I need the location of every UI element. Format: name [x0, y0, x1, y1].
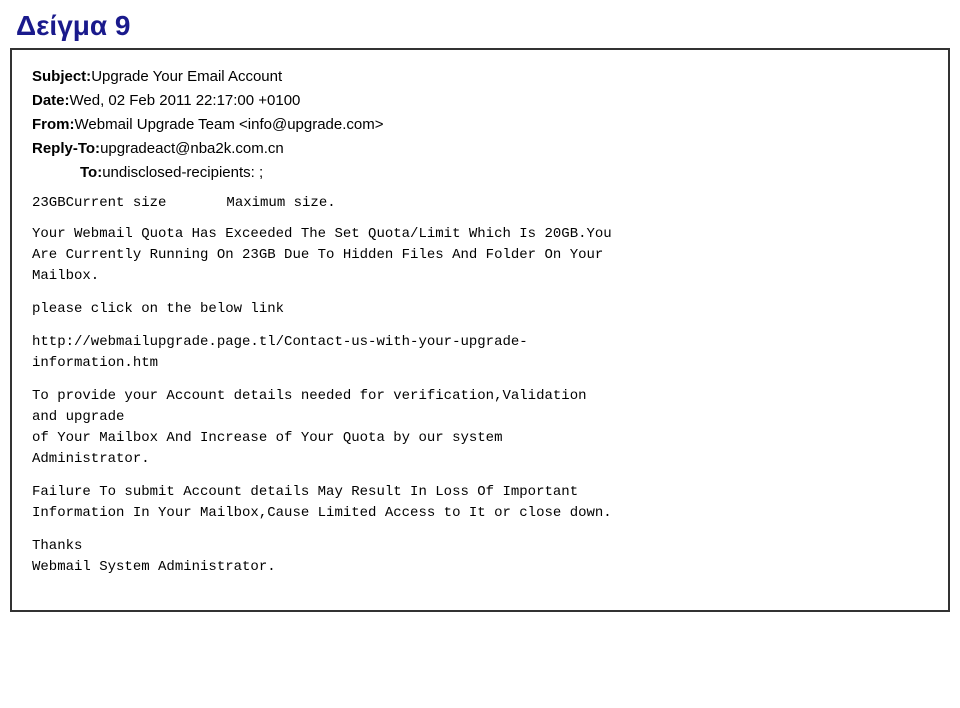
click-link-paragraph: please click on the below link	[32, 299, 928, 320]
replyto-line: Reply-To:upgradeact@nba2k.com.cn	[32, 138, 928, 159]
date-value: Wed, 02 Feb 2011 22:17:00 +0100	[70, 92, 301, 109]
body-para3-line2: Information In Your Mailbox,Cause Limite…	[32, 505, 612, 521]
link-line2: information.htm	[32, 355, 158, 371]
page-title: Δείγμα 9	[0, 0, 960, 48]
body-para2-line1: To provide your Account details needed f…	[32, 388, 587, 404]
subject-label: Subject:	[32, 68, 91, 85]
body-line3: Mailbox.	[32, 268, 99, 284]
link-paragraph: http://webmailupgrade.page.tl/Contact-us…	[32, 332, 928, 374]
click-text: please click on the below link	[32, 301, 284, 317]
footer-line1: Thanks	[32, 538, 82, 554]
to-line: To:undisclosed-recipients: ;	[32, 162, 928, 183]
subject-value: Upgrade Your Email Account	[91, 68, 282, 85]
body-paragraph-1: Your Webmail Quota Has Exceeded The Set …	[32, 224, 928, 287]
replyto-label: Reply-To:	[32, 140, 100, 157]
body-para3-line1: Failure To submit Account details May Re…	[32, 484, 578, 500]
email-header: Subject:Upgrade Your Email Account Date:…	[32, 66, 928, 183]
to-label: To:	[80, 164, 102, 181]
body-para2-line3: of Your Mailbox And Increase of Your Quo…	[32, 430, 502, 446]
body-para2-line2: and upgrade	[32, 409, 124, 425]
replyto-value: upgradeact@nba2k.com.cn	[100, 140, 284, 157]
date-label: Date:	[32, 92, 70, 109]
footer-paragraph: Thanks Webmail System Administrator.	[32, 536, 928, 578]
size-max: Maximum size.	[226, 193, 335, 214]
email-container: Subject:Upgrade Your Email Account Date:…	[10, 48, 950, 612]
size-current: 23GBCurrent size	[32, 193, 166, 214]
footer-line2: Webmail System Administrator.	[32, 559, 276, 575]
size-line: 23GBCurrent size Maximum size.	[32, 193, 928, 214]
date-line: Date:Wed, 02 Feb 2011 22:17:00 +0100	[32, 90, 928, 111]
body-line2: Are Currently Running On 23GB Due To Hid…	[32, 247, 603, 263]
subject-line: Subject:Upgrade Your Email Account	[32, 66, 928, 87]
from-label: From:	[32, 116, 75, 133]
from-value: Webmail Upgrade Team <info@upgrade.com>	[75, 116, 384, 133]
body-paragraph-2: To provide your Account details needed f…	[32, 386, 928, 470]
from-line: From:Webmail Upgrade Team <info@upgrade.…	[32, 114, 928, 135]
email-body: 23GBCurrent size Maximum size. Your Webm…	[32, 193, 928, 578]
body-line1: Your Webmail Quota Has Exceeded The Set …	[32, 226, 612, 242]
link-line1: http://webmailupgrade.page.tl/Contact-us…	[32, 334, 528, 350]
body-paragraph-3: Failure To submit Account details May Re…	[32, 482, 928, 524]
body-para2-line4: Administrator.	[32, 451, 150, 467]
to-value: undisclosed-recipients: ;	[102, 164, 263, 181]
